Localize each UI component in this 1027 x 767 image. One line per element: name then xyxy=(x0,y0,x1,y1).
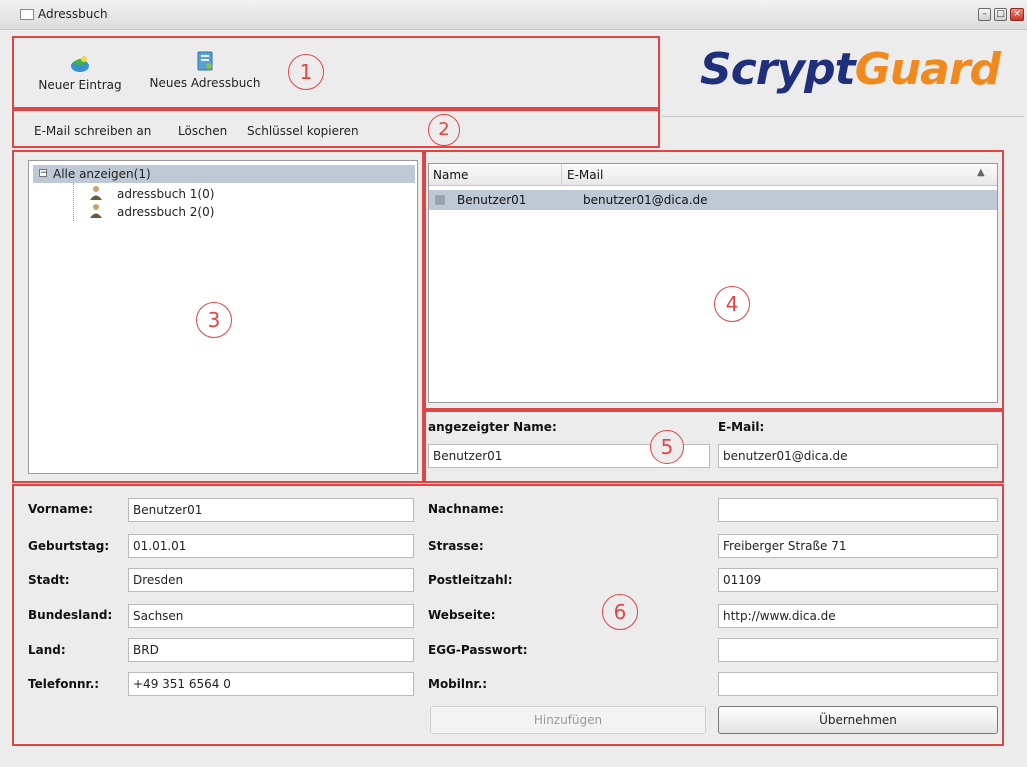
website-label: Webseite: xyxy=(428,608,496,622)
contacts-table[interactable]: Name E-Mail ▲ Benutzer01 benutzer01@dica… xyxy=(428,163,998,403)
sort-arrow-icon[interactable]: ▲ xyxy=(977,167,985,178)
tree-root[interactable]: − Alle anzeigen(1) xyxy=(33,165,415,183)
delete-menu-item[interactable]: Löschen xyxy=(178,124,227,138)
email-label: E-Mail: xyxy=(718,420,765,434)
tree-item-label: adressbuch 1(0) xyxy=(117,187,215,201)
new-entry-label: Neuer Eintrag xyxy=(38,78,122,92)
divider xyxy=(662,116,1024,117)
column-header-email[interactable]: E-Mail xyxy=(567,168,603,182)
country-label: Land: xyxy=(28,643,66,657)
row-name: Benutzer01 xyxy=(457,193,527,207)
annotation-4: 4 xyxy=(714,286,750,322)
summary-email-field[interactable]: benutzer01@dica.de xyxy=(718,444,998,468)
annotation-5: 5 xyxy=(650,430,684,464)
postal-code-field[interactable]: 01109 xyxy=(718,568,998,592)
table-row[interactable]: Benutzer01 benutzer01@dica.de xyxy=(429,190,997,210)
write-mail-menu-item[interactable]: E-Mail schreiben an xyxy=(34,124,151,138)
postal-code-label: Postleitzahl: xyxy=(428,573,513,587)
tree-line xyxy=(73,183,74,221)
street-label: Strasse: xyxy=(428,539,484,553)
contact-icon xyxy=(435,195,445,205)
first-name-field[interactable]: Benutzer01 xyxy=(128,498,414,522)
egg-password-label: EGG-Passwort: xyxy=(428,643,528,657)
display-name-label: angezeigter Name: xyxy=(428,420,557,434)
new-entry-icon xyxy=(71,56,89,72)
phone-field[interactable]: +49 351 6564 0 xyxy=(128,672,414,696)
street-field[interactable]: Freiberger Straße 71 xyxy=(718,534,998,558)
copy-key-menu-item[interactable]: Schlüssel kopieren xyxy=(247,124,359,138)
apply-button[interactable]: Übernehmen xyxy=(718,706,998,734)
city-label: Stadt: xyxy=(28,573,70,587)
annotation-1: 1 xyxy=(288,54,324,90)
annotation-2: 2 xyxy=(428,114,460,146)
birthday-field[interactable]: 01.01.01 xyxy=(128,534,414,558)
mobile-label: Mobilnr.: xyxy=(428,677,488,691)
country-field[interactable]: BRD xyxy=(128,638,414,662)
state-label: Bundesland: xyxy=(28,608,113,622)
maximize-icon[interactable]: □ xyxy=(994,8,1007,21)
tree-item[interactable]: adressbuch 1(0) xyxy=(89,185,215,203)
tree-root-label: Alle anzeigen(1) xyxy=(53,167,151,181)
egg-password-field[interactable] xyxy=(718,638,998,662)
logo-part-2: Guard xyxy=(854,44,1001,95)
table-header: Name E-Mail ▲ xyxy=(429,164,997,186)
new-entry-button[interactable]: Neuer Eintrag xyxy=(30,52,130,92)
mobile-field[interactable] xyxy=(718,672,998,696)
contact-group-icon xyxy=(89,185,103,201)
new-addressbook-button[interactable]: Neues Adressbuch xyxy=(135,50,275,90)
city-field[interactable]: Dresden xyxy=(128,568,414,592)
row-email: benutzer01@dica.de xyxy=(583,193,708,207)
last-name-field[interactable] xyxy=(718,498,998,522)
contact-group-icon xyxy=(89,203,103,219)
column-header-name[interactable]: Name xyxy=(433,168,468,182)
first-name-label: Vorname: xyxy=(28,502,93,516)
logo-part-1: Scrypt xyxy=(700,44,856,95)
phone-label: Telefonnr.: xyxy=(28,677,100,691)
birthday-label: Geburtstag: xyxy=(28,539,110,553)
app-icon xyxy=(20,9,34,20)
website-field[interactable]: http://www.dica.de xyxy=(718,604,998,628)
window-title: Adressbuch xyxy=(38,7,108,21)
new-addressbook-label: Neues Adressbuch xyxy=(149,76,261,90)
addressbook-icon xyxy=(197,51,213,71)
scryptguard-logo: ScryptGuard xyxy=(700,44,1001,95)
add-button[interactable]: Hinzufügen xyxy=(430,706,706,734)
last-name-label: Nachname: xyxy=(428,502,504,516)
annotation-3: 3 xyxy=(196,302,232,338)
tree-item-label: adressbuch 2(0) xyxy=(117,205,215,219)
close-icon[interactable]: × xyxy=(1010,8,1024,21)
column-separator xyxy=(561,164,562,186)
collapse-icon[interactable]: − xyxy=(39,169,48,178)
annotation-6: 6 xyxy=(602,594,638,630)
tree-item[interactable]: adressbuch 2(0) xyxy=(89,203,215,221)
title-bar: Adressbuch – □ × xyxy=(0,0,1027,30)
minimize-icon[interactable]: – xyxy=(978,8,991,21)
application-window: Adressbuch – □ × Neuer Eintrag Neues Adr… xyxy=(0,0,1027,767)
state-field[interactable]: Sachsen xyxy=(128,604,414,628)
